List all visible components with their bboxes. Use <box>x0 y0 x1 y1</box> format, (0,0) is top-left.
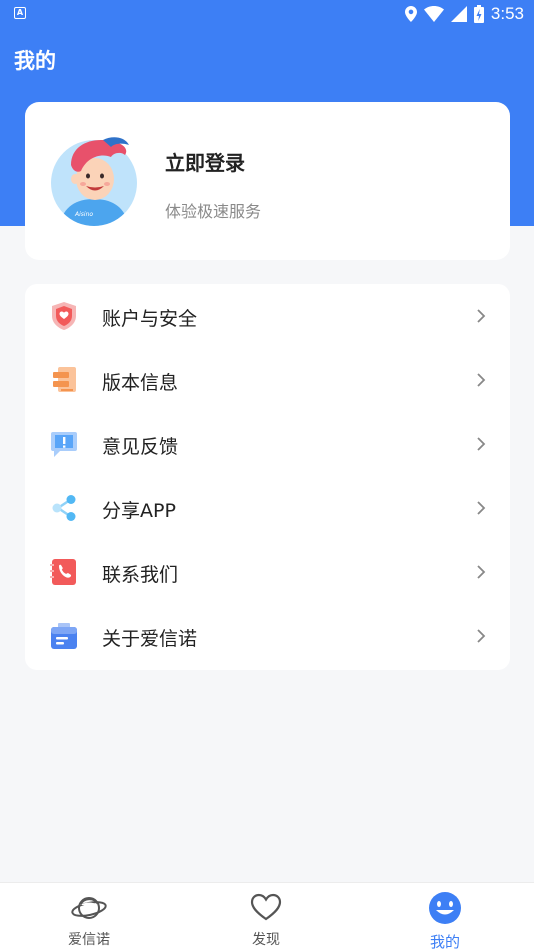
settings-menu: 账户与安全 版本信息 意见反馈 分享APP 联系我们 关于爱信诺 <box>25 284 510 670</box>
wifi-icon <box>423 6 444 22</box>
heart-icon <box>250 893 282 921</box>
menu-item-label: 关于爱信诺 <box>102 628 198 650</box>
avatar[interactable]: Aisino <box>51 135 137 226</box>
tab-discover[interactable]: 发现 <box>206 883 326 950</box>
menu-item-feedback[interactable]: 意见反馈 <box>25 412 510 476</box>
menu-item-label: 账户与安全 <box>102 308 198 330</box>
page-title: 我的 <box>14 49 56 73</box>
menu-item-label: 意见反馈 <box>102 436 179 458</box>
planet-icon <box>71 897 107 919</box>
tab-home[interactable]: 爱信诺 <box>29 883 149 950</box>
menu-item-version-info[interactable]: 版本信息 <box>25 348 510 412</box>
svg-text:Aisino: Aisino <box>74 211 93 218</box>
chevron-right-icon <box>477 501 486 515</box>
battery-icon <box>473 5 484 23</box>
login-subtitle: 体验极速服务 <box>165 202 262 221</box>
location-icon <box>404 6 417 22</box>
feedback-icon <box>51 432 77 457</box>
tab-label: 我的 <box>429 933 460 950</box>
menu-item-label: 分享APP <box>102 500 176 522</box>
profile-card[interactable]: Aisino 立即登录 体验极速服务 <box>25 102 510 260</box>
info-box-icon <box>51 623 77 649</box>
menu-item-share-app[interactable]: 分享APP <box>25 476 510 540</box>
tab-label: 爱信诺 <box>68 932 110 948</box>
menu-item-label: 版本信息 <box>102 372 179 394</box>
status-bar: A 3:53 <box>0 0 534 28</box>
chevron-right-icon <box>477 437 486 451</box>
app-notification-icon: A <box>14 7 26 19</box>
smiley-icon <box>429 892 461 924</box>
status-time: 3:53 <box>490 4 524 23</box>
menu-item-contact-us[interactable]: 联系我们 <box>25 540 510 604</box>
bottom-tab-bar: 爱信诺 发现 我的 <box>0 882 534 950</box>
chevron-right-icon <box>477 565 486 579</box>
menu-item-account-security[interactable]: 账户与安全 <box>25 284 510 348</box>
phone-icon <box>50 559 76 585</box>
chevron-right-icon <box>477 373 486 387</box>
document-icon <box>53 367 76 392</box>
menu-item-label: 联系我们 <box>102 564 179 586</box>
login-link[interactable]: 立即登录 <box>165 147 245 176</box>
tab-mine[interactable]: 我的 <box>385 883 505 950</box>
shield-icon <box>52 302 76 330</box>
menu-item-about[interactable]: 关于爱信诺 <box>25 604 510 668</box>
share-icon <box>52 495 76 521</box>
tab-label: 发现 <box>252 932 280 948</box>
signal-icon <box>450 6 467 22</box>
chevron-right-icon <box>477 629 486 643</box>
chevron-right-icon <box>477 309 486 323</box>
